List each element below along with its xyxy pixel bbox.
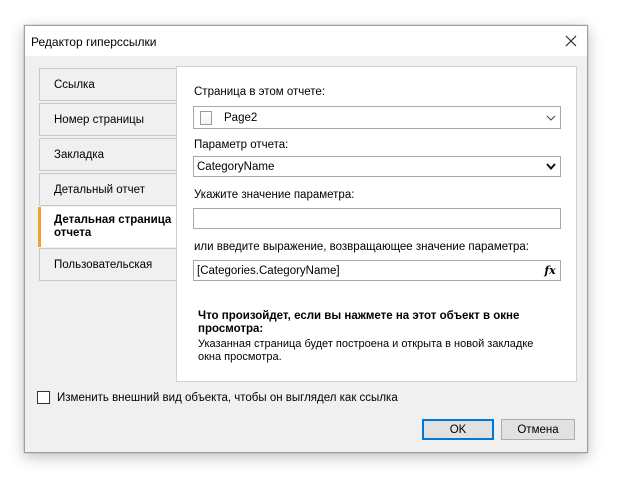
tab-label: Детальная страница отчета	[54, 214, 172, 239]
expr-label: или введите выражение, возвращающее знач…	[194, 241, 529, 253]
appearance-checkbox-row[interactable]: Изменить внешний вид объекта, чтобы он в…	[37, 391, 398, 404]
tab-link[interactable]: Ссылка	[39, 68, 176, 101]
hyperlink-editor-dialog: Редактор гиперссылки Ссылка Номер страни…	[24, 25, 588, 453]
tab-label: Детальный отчет	[54, 183, 145, 196]
page-label: Страница в этом отчете:	[194, 86, 326, 98]
tab-label: Номер страницы	[54, 113, 145, 126]
info-title: Что произойдет, если вы нажмете на этот …	[198, 310, 520, 335]
page-icon	[200, 110, 212, 125]
chevron-down-icon	[542, 157, 560, 176]
page-select[interactable]: Page2	[193, 106, 561, 129]
page-select-value: Page2	[224, 111, 258, 124]
close-button[interactable]	[555, 26, 587, 56]
tab-bookmark[interactable]: Закладка	[39, 138, 176, 171]
param-label: Параметр отчета:	[194, 139, 289, 151]
appearance-checkbox[interactable]	[37, 391, 50, 404]
chevron-down-icon	[542, 107, 560, 128]
tab-label: Пользовательская	[54, 258, 153, 271]
tab-custom[interactable]: Пользовательская	[39, 248, 176, 281]
close-icon	[565, 35, 577, 47]
tab-label: Ссылка	[54, 78, 95, 91]
cancel-button[interactable]: Отмена	[501, 419, 575, 440]
expression-input[interactable]: [Categories.CategoryName] fx	[193, 260, 561, 281]
title-bar: Редактор гиперссылки	[25, 26, 587, 56]
param-select-value: CategoryName	[197, 160, 275, 173]
tab-label: Закладка	[54, 148, 104, 161]
window-title: Редактор гиперссылки	[31, 35, 157, 49]
param-select[interactable]: CategoryName	[193, 156, 561, 177]
ok-button[interactable]: OK	[422, 419, 494, 440]
tab-content-panel: Страница в этом отчете: Page2 Параметр о…	[176, 66, 577, 382]
expression-input-text: [Categories.CategoryName]	[197, 264, 340, 277]
active-tab-indicator	[38, 207, 41, 247]
appearance-checkbox-label: Изменить внешний вид объекта, чтобы он в…	[57, 391, 398, 404]
fx-icon[interactable]: fx	[540, 264, 560, 277]
tab-page-number[interactable]: Номер страницы	[39, 103, 176, 136]
tab-detailed-report[interactable]: Детальный отчет	[39, 173, 176, 206]
info-body: Указанная страница будет построена и отк…	[198, 338, 534, 363]
value-label: Укажите значение параметра:	[194, 189, 355, 201]
tab-detailed-report-page[interactable]: Детальная страница отчета	[38, 207, 178, 247]
value-input[interactable]	[193, 208, 561, 229]
